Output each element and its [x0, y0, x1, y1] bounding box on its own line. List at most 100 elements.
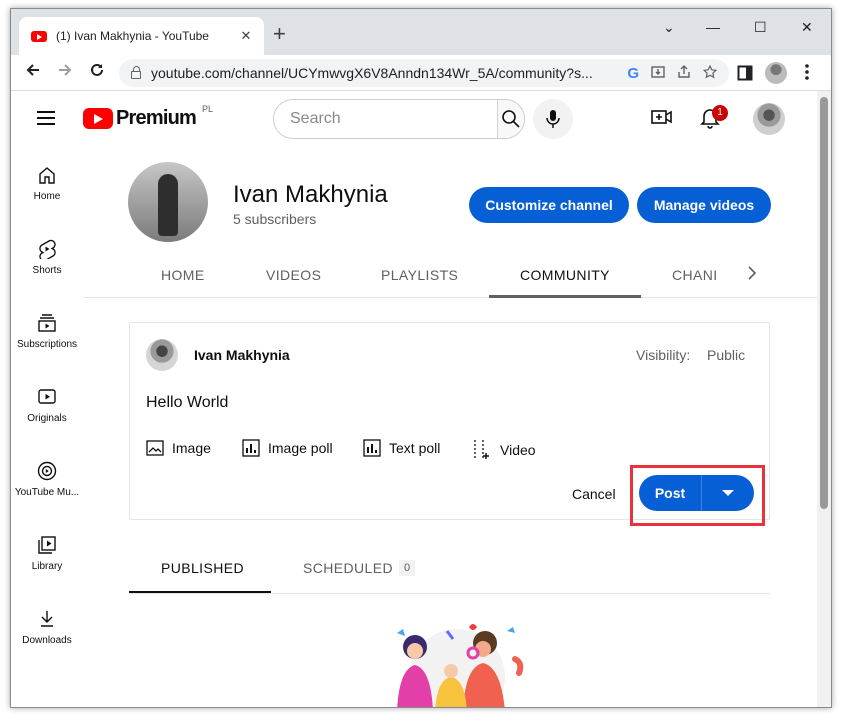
create-video-icon[interactable]	[651, 107, 673, 132]
visibility-label: Visibility:	[636, 347, 691, 363]
sidebar-item-label: Home	[33, 191, 61, 202]
account-avatar[interactable]	[753, 103, 785, 135]
active-tab-indicator	[129, 591, 271, 593]
active-tab-indicator	[489, 295, 641, 298]
attach-image-button[interactable]: Image	[146, 439, 211, 457]
browser-tab[interactable]: (1) Ivan Makhynia - YouTube ✕	[19, 17, 264, 55]
minimize-button[interactable]: —	[706, 19, 720, 35]
sidebar-item-shorts[interactable]: Shorts	[11, 239, 83, 276]
sidebar-item-label: Downloads	[22, 635, 72, 646]
tab-playlists[interactable]: PLAYLISTS	[381, 267, 458, 283]
tab-published[interactable]: PUBLISHED	[161, 560, 244, 576]
search-icon	[502, 110, 520, 128]
tab-community[interactable]: COMMUNITY	[520, 267, 610, 283]
home-icon	[39, 167, 55, 184]
sidebar-item-label: Originals	[27, 413, 67, 424]
search-input[interactable]	[274, 100, 497, 138]
side-panel-icon[interactable]	[737, 64, 753, 86]
sidebar-item-label: Library	[31, 561, 63, 572]
microphone-icon	[546, 110, 560, 128]
browser-profile-avatar[interactable]	[765, 62, 787, 84]
sidebar-item-home[interactable]: Home	[11, 165, 83, 202]
sidebar-item-label: YouTube Mu...	[14, 487, 80, 498]
empty-state-illustration	[377, 619, 537, 707]
tab-title: (1) Ivan Makhynia - YouTube	[56, 29, 209, 43]
back-arrow-icon[interactable]	[25, 61, 41, 83]
sidebar-item-originals[interactable]: Originals	[11, 387, 83, 424]
attach-label: Image poll	[268, 440, 333, 456]
youtube-play-icon	[83, 108, 113, 129]
manage-videos-button[interactable]: Manage videos	[637, 187, 771, 223]
maximize-button[interactable]: ☐	[754, 19, 767, 36]
posts-tabs: PUBLISHED SCHEDULED 0	[129, 552, 770, 594]
image-icon	[146, 440, 164, 456]
attach-image-poll-button[interactable]: Image poll	[242, 439, 333, 457]
sidebar-item-label: Subscriptions	[16, 339, 78, 350]
channel-name: Ivan Makhynia	[233, 181, 388, 208]
google-lens-icon[interactable]: G	[627, 65, 639, 82]
caret-down-icon	[722, 490, 734, 496]
youtube-premium-logo[interactable]: Premium PL	[83, 103, 214, 130]
url-text: youtube.com/channel/UCYmwvgX6V8Anndn134W…	[151, 65, 593, 81]
youtube-music-icon	[37, 461, 57, 481]
scheduled-count-badge: 0	[399, 560, 415, 576]
download-icon	[41, 611, 53, 627]
tab-search-icon[interactable]: ⌄	[663, 19, 675, 36]
sidebar-item-youtube-music[interactable]: YouTube Mu...	[11, 461, 83, 498]
post-button[interactable]: Post	[639, 475, 701, 511]
visibility-dropdown[interactable]: Public	[707, 347, 745, 363]
tab-home[interactable]: HOME	[161, 267, 205, 283]
search-button[interactable]	[497, 100, 524, 138]
forward-arrow-icon[interactable]	[57, 61, 73, 83]
shorts-icon	[39, 239, 56, 259]
author-name: Ivan Makhynia	[194, 347, 290, 363]
image-poll-icon	[242, 439, 260, 457]
install-app-icon[interactable]	[651, 65, 665, 82]
browser-window: (1) Ivan Makhynia - YouTube ✕ + ⌄ — ☐ ✕ …	[10, 8, 832, 708]
attach-label: Image	[172, 440, 211, 456]
post-composer: Ivan Makhynia Visibility: Public Hello W…	[129, 322, 770, 526]
post-options-button[interactable]	[702, 475, 754, 511]
cancel-button[interactable]: Cancel	[572, 486, 616, 502]
lock-icon	[131, 66, 141, 79]
tab-scheduled[interactable]: SCHEDULED	[303, 560, 393, 576]
country-code: PL	[202, 103, 214, 114]
customize-channel-button[interactable]: Customize channel	[469, 187, 629, 223]
sidebar-item-downloads[interactable]: Downloads	[11, 609, 83, 646]
attach-label: Video	[500, 442, 536, 458]
post-text-input[interactable]: Hello World	[146, 394, 228, 412]
voice-search-button[interactable]	[533, 99, 573, 139]
tab-channels[interactable]: CHANI	[672, 267, 726, 283]
navigation-bar: youtube.com/channel/UCYmwvgX6V8Anndn134W…	[11, 55, 831, 91]
search-box	[273, 99, 525, 139]
sidebar-item-label: Shorts	[32, 265, 62, 276]
new-tab-button[interactable]: +	[273, 23, 286, 45]
youtube-favicon-icon	[31, 30, 47, 42]
subscriptions-icon	[38, 314, 56, 332]
attach-video-button[interactable]: Video	[472, 439, 536, 461]
tab-bar: (1) Ivan Makhynia - YouTube ✕ + ⌄ — ☐ ✕	[11, 9, 831, 55]
channel-tabs: HOME VIDEOS PLAYLISTS COMMUNITY CHANI	[83, 253, 817, 298]
author-avatar	[146, 339, 178, 371]
tab-close-icon[interactable]: ✕	[234, 28, 258, 44]
youtube-header: Premium PL 1	[11, 91, 817, 147]
video-icon	[474, 440, 489, 460]
attach-label: Text poll	[389, 440, 441, 456]
library-icon	[38, 536, 56, 554]
reload-icon[interactable]	[89, 61, 105, 83]
address-bar[interactable]: youtube.com/channel/UCYmwvgX6V8Anndn134W…	[119, 59, 729, 87]
notification-count-badge: 1	[712, 105, 728, 121]
bookmark-star-icon[interactable]	[702, 64, 718, 82]
logo-text: Premium	[116, 107, 197, 129]
attach-text-poll-button[interactable]: Text poll	[363, 439, 440, 457]
tab-videos[interactable]: VIDEOS	[266, 267, 321, 283]
close-window-button[interactable]: ✕	[801, 19, 813, 36]
sidebar-item-library[interactable]: Library	[11, 535, 83, 572]
browser-menu-icon[interactable]	[805, 63, 809, 85]
chevron-right-icon[interactable]	[747, 265, 757, 286]
share-icon[interactable]	[677, 64, 691, 82]
menu-icon[interactable]	[37, 111, 55, 125]
sidebar-item-subscriptions[interactable]: Subscriptions	[11, 313, 83, 350]
channel-avatar[interactable]	[128, 162, 208, 242]
page-scrollbar-thumb[interactable]	[820, 97, 828, 509]
